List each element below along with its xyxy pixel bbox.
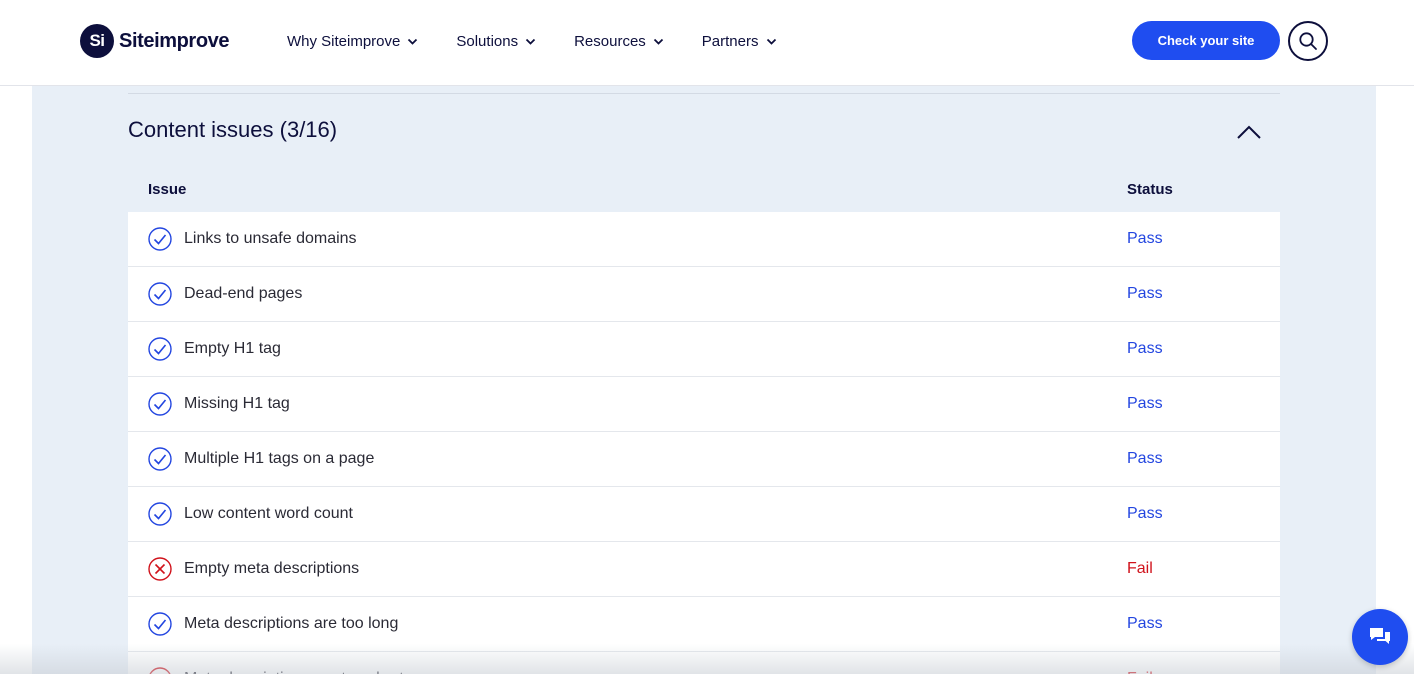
chevron-down-icon xyxy=(766,38,776,45)
status-label: Pass xyxy=(1127,285,1163,302)
status-label: Pass xyxy=(1127,340,1163,357)
issues-table-body: Links to unsafe domains Pass Dead-end page… xyxy=(128,212,1280,674)
table-header: Issue Status xyxy=(128,178,1280,212)
nav-partners[interactable]: Partners xyxy=(702,33,777,50)
content-issues-panel: Content issues (3/16) Issue Status Links… xyxy=(32,86,1376,674)
issue-name: Meta descriptions are too short xyxy=(184,670,404,674)
table-row: Multiple H1 tags on a page Pass xyxy=(128,432,1280,487)
logo-text: Siteimprove xyxy=(119,29,230,52)
check-circle-icon xyxy=(148,502,172,526)
main-nav: Why Siteimprove Solutions Resources Part… xyxy=(287,30,815,52)
column-header-status: Status xyxy=(1127,181,1173,198)
nav-label: Partners xyxy=(701,32,759,50)
check-circle-icon xyxy=(148,392,172,416)
table-row: Low content word count Pass xyxy=(128,487,1280,542)
nav-label: Why Siteimprove xyxy=(287,32,401,50)
table-row: Dead-end pages Pass xyxy=(128,267,1280,322)
check-your-site-button[interactable]: Check your site xyxy=(1132,21,1280,60)
nav-resources[interactable]: Resources xyxy=(574,33,664,50)
search-button[interactable] xyxy=(1288,21,1328,61)
issue-name: Empty H1 tag xyxy=(184,340,281,357)
column-header-issue: Issue xyxy=(148,181,187,198)
chevron-up-icon[interactable] xyxy=(1236,122,1262,142)
issue-name: Links to unsafe domains xyxy=(184,230,357,247)
status-label: Pass xyxy=(1127,395,1163,412)
chat-icon xyxy=(1370,628,1390,644)
status-label: Pass xyxy=(1127,615,1163,632)
table-row: Meta descriptions are too short Fail xyxy=(128,652,1280,674)
section-title: Content issues (3/16) xyxy=(128,117,338,142)
nav-solutions[interactable]: Solutions xyxy=(456,33,536,50)
status-label: Pass xyxy=(1127,450,1163,467)
nav-label: Resources xyxy=(574,32,646,50)
nav-label: Solutions xyxy=(456,32,519,50)
chat-button[interactable] xyxy=(1352,609,1408,665)
chevron-down-icon xyxy=(653,38,663,45)
issue-name: Multiple H1 tags on a page xyxy=(184,450,375,467)
siteimprove-logo[interactable]: Si Siteimprove xyxy=(80,24,229,58)
x-circle-icon xyxy=(149,667,171,674)
status-label: Pass xyxy=(1127,505,1163,522)
table-row: Meta descriptions are too long Pass xyxy=(128,597,1280,652)
check-circle-icon xyxy=(148,282,172,306)
issue-name: Missing H1 tag xyxy=(184,395,290,412)
chevron-down-icon xyxy=(525,38,536,45)
table-row: Missing H1 tag Pass xyxy=(128,377,1280,432)
issue-name: Meta descriptions are too long xyxy=(184,615,399,632)
nav-why-siteimprove[interactable]: Why Siteimprove xyxy=(287,33,418,50)
status-label: Fail xyxy=(1127,670,1153,674)
logo-mark: Si xyxy=(80,24,114,58)
divider xyxy=(128,93,1280,94)
search-icon xyxy=(1299,32,1317,50)
x-circle-icon xyxy=(148,557,172,581)
table-row: Empty meta descriptions Fail xyxy=(128,542,1280,597)
check-circle-icon xyxy=(148,612,172,636)
check-circle-icon xyxy=(148,337,172,361)
table-row: Links to unsafe domains Pass xyxy=(128,212,1280,267)
status-label: Pass xyxy=(1127,230,1163,247)
issue-name: Dead-end pages xyxy=(184,285,303,302)
check-circle-icon xyxy=(148,227,172,251)
issue-name: Low content word count xyxy=(184,505,353,522)
status-label: Fail xyxy=(1127,560,1153,577)
chevron-down-icon xyxy=(408,38,418,45)
site-header: Si Siteimprove Why Siteimprove Solutions… xyxy=(0,0,1414,86)
check-circle-icon xyxy=(148,447,172,471)
issue-name: Empty meta descriptions xyxy=(184,560,360,577)
table-row: Empty H1 tag Pass xyxy=(128,322,1280,377)
